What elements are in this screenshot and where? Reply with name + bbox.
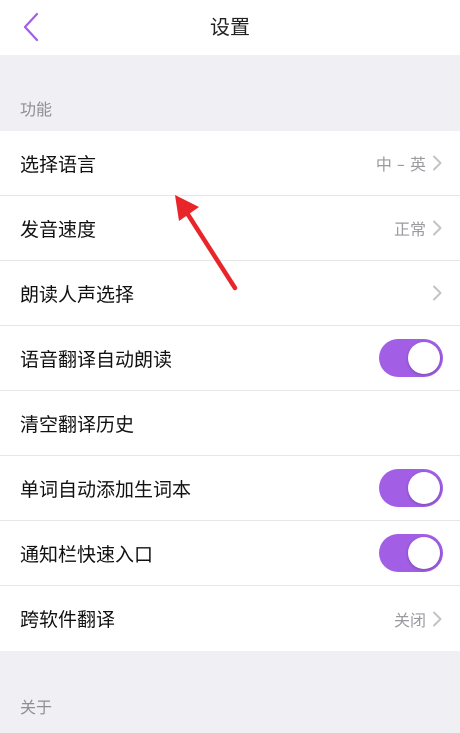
- nav-bar: 设置: [0, 0, 460, 55]
- settings-row-auto-add-vocabulary: 单词自动添加生词本: [0, 456, 460, 521]
- section-header-function: 功能: [20, 100, 53, 119]
- row-label: 朗读人声选择: [20, 283, 135, 306]
- settings-row-clear-history[interactable]: 清空翻译历史: [0, 391, 460, 456]
- settings-row-notification-shortcut: 通知栏快速入口: [0, 521, 460, 586]
- chevron-right-icon: [433, 155, 442, 171]
- row-label: 跨软件翻译: [20, 609, 116, 631]
- row-label: 单词自动添加生词本: [20, 478, 192, 501]
- back-button[interactable]: [16, 10, 46, 44]
- auto-add-vocabulary-toggle[interactable]: [379, 469, 443, 507]
- chevron-right-icon: [433, 611, 442, 626]
- row-value: 中 – 英: [375, 155, 426, 174]
- row-label: 发音速度: [20, 218, 97, 241]
- settings-row-auto-read-voice-translation: 语音翻译自动朗读: [0, 326, 460, 391]
- toggle-knob: [408, 472, 440, 504]
- row-value: 正常: [393, 220, 426, 239]
- row-value: 关闭: [393, 610, 426, 630]
- toggle-knob: [408, 342, 440, 374]
- row-label: 选择语言: [20, 153, 97, 176]
- notification-shortcut-toggle[interactable]: [379, 534, 443, 572]
- chevron-left-icon: [23, 12, 39, 42]
- toggle-knob: [408, 537, 440, 569]
- section-header-about: 关于: [20, 698, 53, 717]
- chevron-right-icon: [433, 285, 442, 301]
- page-title: 设置: [210, 15, 250, 39]
- auto-read-toggle[interactable]: [379, 339, 443, 377]
- chevron-right-icon: [433, 220, 442, 236]
- red-arrow-icon: [175, 195, 238, 291]
- settings-row-cross-app-translation[interactable]: 跨软件翻译 关闭: [0, 586, 460, 651]
- row-label: 语音翻译自动朗读: [20, 348, 173, 371]
- row-label: 通知栏快速入口: [20, 543, 154, 566]
- row-label: 清空翻译历史: [20, 413, 135, 436]
